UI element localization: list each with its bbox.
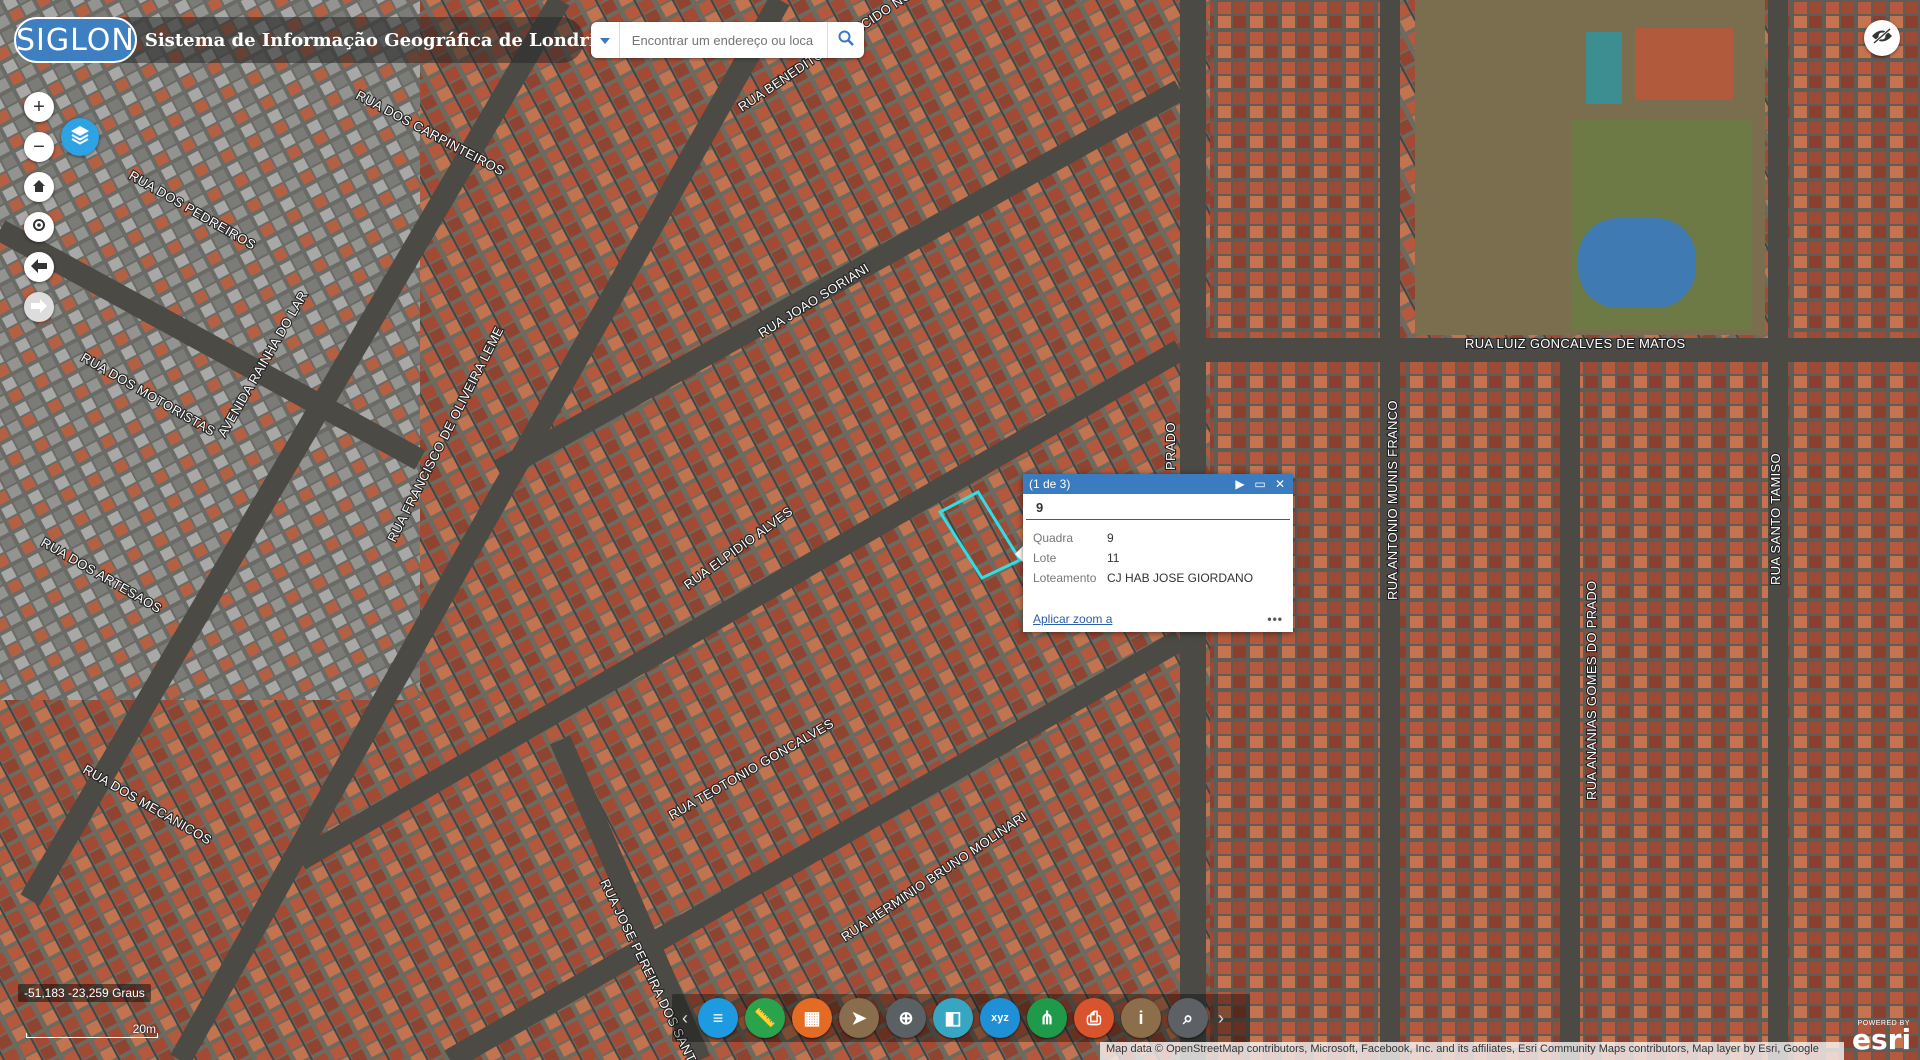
- search-button[interactable]: [827, 22, 864, 58]
- search-source-dropdown[interactable]: [591, 22, 620, 58]
- swipe-icon: ◧: [944, 1007, 962, 1028]
- query-icon: ⌕: [1182, 1007, 1194, 1028]
- search-widget: [591, 22, 864, 58]
- toggle-visibility-button[interactable]: [1864, 20, 1900, 56]
- siglon-logo[interactable]: SIGLON: [14, 17, 137, 63]
- coordinates-text: -51,183 -23,259 Graus: [24, 986, 145, 1000]
- popup-title: 9: [1026, 494, 1290, 520]
- maximize-icon[interactable]: ▭: [1253, 477, 1267, 491]
- zoom-out-button[interactable]: −: [24, 132, 54, 162]
- search-input[interactable]: [629, 31, 828, 49]
- layers-icon: ≡: [712, 1007, 724, 1028]
- app-title: Sistema de Informação Geográfica de Lond…: [144, 29, 621, 51]
- popup-counter: (1 de 3): [1029, 477, 1071, 491]
- tool-button-swipe[interactable]: ◧: [933, 998, 973, 1038]
- home-icon: [32, 176, 46, 199]
- popup-titlebar: (1 de 3) ▶ ▭ ✕: [1023, 474, 1293, 494]
- attribute-value: 11: [1107, 551, 1120, 565]
- feature-popup: (1 de 3) ▶ ▭ ✕ 9 Quadra 9 Lote 11 Loteamento…: [1023, 474, 1293, 632]
- close-icon[interactable]: ✕: [1273, 477, 1287, 491]
- attribute-value: 9: [1107, 531, 1114, 545]
- zoom-to-link[interactable]: Aplicar zoom a: [1033, 612, 1112, 626]
- arrow-left-icon: [31, 256, 47, 279]
- xyz-coordinates-icon: xyz: [991, 1012, 1009, 1024]
- tool-button-ruler[interactable]: 📏: [745, 998, 785, 1038]
- eye-slash-icon: [1871, 27, 1893, 49]
- tool-button-location-search[interactable]: ⊕: [886, 998, 926, 1038]
- info-icon: i: [1138, 1007, 1144, 1028]
- tool-button-basemap-gallery[interactable]: ▦: [792, 998, 832, 1038]
- more-actions-icon[interactable]: •••: [1267, 612, 1283, 626]
- scale-label: 20m: [132, 1022, 156, 1036]
- attribute-key: Lote: [1033, 551, 1057, 565]
- popup-attributes: Quadra 9 Lote 11 Loteamento CJ HAB JOSE GIORD…: [1033, 528, 1253, 588]
- tool-button-share[interactable]: ⋔: [1027, 998, 1067, 1038]
- tool-button-layers[interactable]: ≡: [698, 998, 738, 1038]
- tools-toolbar: ‹ ≡ 📏 ▦ ➤ ⊕ ◧ xyz ⋔ ⎙ i ⌕ ›: [672, 994, 1250, 1042]
- satellite-imagery: RUA DOS CARPINTEIROSRUA BENEDITO APARECI…: [0, 0, 1920, 1060]
- toolbar-prev-arrow[interactable]: ‹: [672, 1008, 698, 1029]
- scale-bar: 20m: [26, 1022, 158, 1038]
- layer-list-button[interactable]: [61, 118, 99, 156]
- attribute-value: CJ HAB JOSE GIORDANO: [1107, 571, 1254, 585]
- tool-button-print[interactable]: ⎙: [1074, 998, 1114, 1038]
- tool-button-xyz-coordinates[interactable]: xyz: [980, 998, 1020, 1038]
- print-icon: ⎙: [1086, 1007, 1102, 1028]
- esri-logo: POWERED BY esri: [1852, 1020, 1912, 1056]
- street-label: PRADO: [1163, 422, 1178, 470]
- popup-attribute-row: Quadra 9: [1033, 528, 1253, 548]
- tool-button-query[interactable]: ⌕: [1168, 998, 1208, 1038]
- esri-brand: esri: [1852, 1023, 1912, 1056]
- share-icon: ⋔: [1039, 1007, 1055, 1028]
- home-button[interactable]: [24, 172, 54, 202]
- ruler-icon: 📏: [753, 1007, 777, 1028]
- map-attribution: Map data © OpenStreetMap contributors, M…: [1100, 1042, 1844, 1060]
- attribute-key: Quadra: [1033, 531, 1074, 545]
- layers-icon: [69, 124, 91, 151]
- coordinate-readout[interactable]: -51,183 -23,259 Graus: [18, 984, 151, 1002]
- previous-extent-button[interactable]: [24, 252, 54, 282]
- minus-icon: −: [33, 135, 45, 158]
- popup-attribute-row: Lote 11: [1033, 548, 1253, 568]
- attribute-key: Loteamento: [1033, 571, 1097, 585]
- street-label: RUA SANTO TAMISO: [1768, 453, 1783, 585]
- tool-button-info[interactable]: i: [1121, 998, 1161, 1038]
- map-view[interactable]: RUA DOS CARPINTEIROSRUA BENEDITO APARECI…: [0, 0, 1920, 1060]
- location-search-icon: ⊕: [898, 1007, 914, 1028]
- arrow-right-icon: [31, 296, 47, 319]
- locate-button[interactable]: [24, 212, 54, 242]
- next-feature-icon[interactable]: ▶: [1233, 477, 1247, 491]
- next-extent-button[interactable]: [24, 292, 54, 322]
- street-label: RUA ANTONIO MUNIS FRANCO: [1385, 400, 1400, 600]
- street-label: RUA ANANIAS GOMES DO PRADO: [1584, 581, 1599, 800]
- street-label: RUA LUIZ GONCALVES DE MATOS: [1465, 336, 1686, 351]
- plus-icon: +: [33, 95, 45, 118]
- basemap-gallery-icon: ▦: [803, 1007, 821, 1028]
- zoom-in-button[interactable]: +: [24, 92, 54, 122]
- toolbar-next-arrow[interactable]: ›: [1208, 1008, 1234, 1029]
- popup-attribute-row: Loteamento CJ HAB JOSE GIORDANO: [1033, 568, 1253, 588]
- app-header: SIGLON Sistema de Informação Geográfica …: [14, 17, 620, 63]
- send-icon: ➤: [851, 1007, 867, 1028]
- crosshair-icon: [31, 216, 47, 239]
- tool-button-send[interactable]: ➤: [839, 998, 879, 1038]
- chevron-down-icon: [599, 31, 610, 49]
- search-icon: [838, 30, 854, 51]
